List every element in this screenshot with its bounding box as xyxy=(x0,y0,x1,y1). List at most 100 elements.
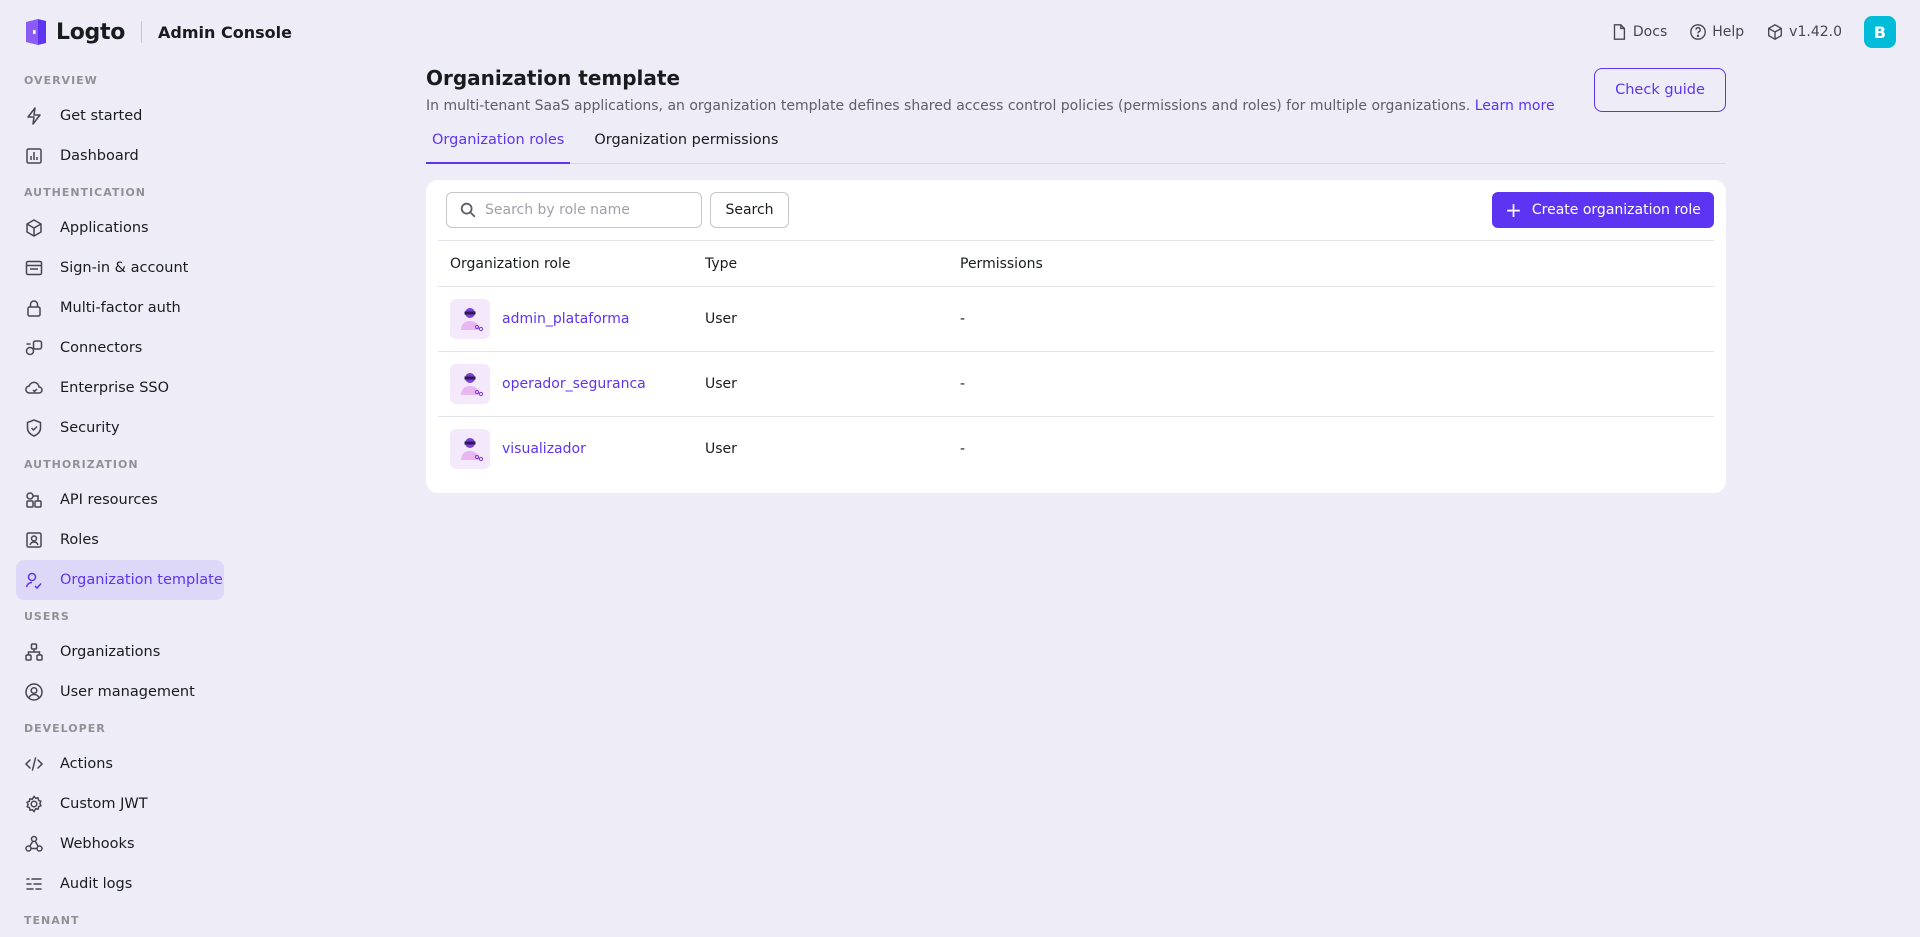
chart-icon xyxy=(26,148,42,164)
tab-organization-permissions[interactable]: Organization permissions xyxy=(588,132,784,164)
role-cell: admin_plataforma xyxy=(438,286,693,352)
sidebar-item-label: Connectors xyxy=(60,340,143,356)
help-link[interactable]: Help xyxy=(1689,23,1744,41)
brand-divider xyxy=(141,21,143,43)
role-name-link[interactable]: visualizador xyxy=(502,441,586,457)
table-row[interactable]: visualizador User - xyxy=(438,417,1714,482)
sidebar-item-label: API resources xyxy=(60,492,158,508)
plus-icon: + xyxy=(1505,198,1522,222)
sidebar-item-mfa[interactable]: Multi-factor auth xyxy=(16,288,224,328)
sidebar-item-actions[interactable]: Actions xyxy=(16,744,224,784)
sidebar-item-user-management[interactable]: User management xyxy=(16,672,224,712)
role-icon xyxy=(26,532,42,548)
sidebar: OVERVIEW Get started Dashboard AUTHENTIC… xyxy=(0,64,240,937)
sidebar-item-roles[interactable]: Roles xyxy=(16,520,224,560)
sidebar-item-get-started[interactable]: Get started xyxy=(16,96,224,136)
section-tenant: TENANT xyxy=(24,913,80,927)
role-name-link[interactable]: operador_seguranca xyxy=(502,376,646,392)
window-icon xyxy=(25,260,43,276)
section-authentication: AUTHENTICATION xyxy=(24,185,147,199)
role-avatar-icon xyxy=(450,429,490,470)
section-authorization: AUTHORIZATION xyxy=(24,457,139,471)
list-icon xyxy=(26,878,42,890)
version-label: v1.42.0 xyxy=(1789,24,1842,40)
sidebar-item-label: Security xyxy=(60,420,120,436)
shield-icon xyxy=(26,419,42,437)
api-icon xyxy=(26,492,42,508)
user-circle-icon xyxy=(25,683,43,701)
logto-logo-icon xyxy=(26,19,46,45)
search-input[interactable] xyxy=(485,202,685,218)
docs-link[interactable]: Docs xyxy=(1610,23,1667,41)
table-row[interactable]: admin_plataforma User - xyxy=(438,286,1714,352)
type-cell: User xyxy=(705,441,737,458)
sidebar-item-enterprise-sso[interactable]: Enterprise SSO xyxy=(16,368,224,408)
code-icon xyxy=(24,757,44,771)
sidebar-item-label: Applications xyxy=(60,220,149,236)
sidebar-item-custom-jwt[interactable]: Custom JWT xyxy=(16,784,224,824)
cloud-icon xyxy=(25,381,43,394)
help-label: Help xyxy=(1712,24,1745,40)
sidebar-item-connectors[interactable]: Connectors xyxy=(16,328,224,368)
search-button[interactable]: Search xyxy=(710,192,789,228)
roles-table: Organization role Type Permissions admin… xyxy=(438,240,1714,482)
top-bar: Logto Admin Console Docs Help v1.42.0 B xyxy=(0,0,1920,64)
bolt-icon xyxy=(27,107,41,125)
cube-icon xyxy=(26,219,42,237)
create-button-label: Create organization role xyxy=(1531,202,1701,218)
table-row[interactable]: operador_seguranca User - xyxy=(438,351,1714,417)
org-template-icon xyxy=(25,572,42,590)
sidebar-item-security[interactable]: Security xyxy=(16,408,224,448)
permissions-cell: - xyxy=(948,286,1714,352)
app-title: Admin Console xyxy=(158,22,292,42)
sidebar-item-label: Webhooks xyxy=(60,836,135,852)
sidebar-item-organization-template[interactable]: Organization template xyxy=(16,560,224,600)
column-header-type: Type xyxy=(693,240,948,287)
sidebar-item-label: Sign-in & account xyxy=(60,260,189,276)
roles-card: Search + Create organization role Organi… xyxy=(426,180,1726,493)
role-cell: operador_seguranca xyxy=(438,351,693,417)
sidebar-item-label: Actions xyxy=(60,756,113,772)
role-name-link[interactable]: admin_plataforma xyxy=(502,311,630,327)
gear-icon xyxy=(26,795,42,813)
sidebar-item-label: Get started xyxy=(60,108,143,124)
main-content: Organization template In multi-tenant Sa… xyxy=(426,64,1726,493)
lock-icon xyxy=(27,300,41,317)
sidebar-item-label: Custom JWT xyxy=(60,796,148,812)
permissions-cell: - xyxy=(948,351,1714,417)
sidebar-item-organizations[interactable]: Organizations xyxy=(16,632,224,672)
sidebar-item-sign-in[interactable]: Sign-in & account xyxy=(16,248,224,288)
tab-organization-roles[interactable]: Organization roles xyxy=(426,132,571,164)
sidebar-item-api-resources[interactable]: API resources xyxy=(16,480,224,520)
organization-icon xyxy=(25,643,43,661)
sidebar-item-label: Audit logs xyxy=(60,876,133,892)
sidebar-item-label: Organizations xyxy=(60,644,161,660)
check-guide-button[interactable]: Check guide xyxy=(1594,68,1726,112)
search-icon xyxy=(460,202,476,218)
section-users: USERS xyxy=(24,609,70,623)
section-developer: DEVELOPER xyxy=(24,721,106,735)
search-field[interactable] xyxy=(446,192,702,228)
column-header-role: Organization role xyxy=(438,240,693,287)
page-title: Organization template xyxy=(426,66,681,90)
sidebar-item-label: Roles xyxy=(60,532,99,548)
top-actions: Docs Help v1.42.0 B xyxy=(1588,0,1896,64)
sidebar-item-dashboard[interactable]: Dashboard xyxy=(16,136,224,176)
sidebar-item-webhooks[interactable]: Webhooks xyxy=(16,824,224,864)
sidebar-item-applications[interactable]: Applications xyxy=(16,208,224,248)
table-header-row: Organization role Type Permissions xyxy=(438,240,1714,287)
brand[interactable]: Logto Admin Console xyxy=(24,18,292,46)
version-link[interactable]: v1.42.0 xyxy=(1766,23,1842,41)
type-cell: User xyxy=(693,286,948,352)
learn-more-link[interactable]: Learn more xyxy=(1475,98,1555,114)
role-avatar-icon xyxy=(450,299,490,339)
user-avatar[interactable]: B xyxy=(1864,16,1896,48)
plug-icon xyxy=(25,340,43,356)
sidebar-item-label: User management xyxy=(60,684,195,700)
page-subtitle-text: In multi-tenant SaaS applications, an or… xyxy=(426,98,1471,114)
sidebar-item-audit-logs[interactable]: Audit logs xyxy=(16,864,224,904)
webhook-icon xyxy=(25,835,43,852)
create-organization-role-button[interactable]: + Create organization role xyxy=(1492,192,1714,228)
sidebar-item-label: Organization template xyxy=(60,572,223,588)
logo-text: Logto xyxy=(56,19,126,45)
